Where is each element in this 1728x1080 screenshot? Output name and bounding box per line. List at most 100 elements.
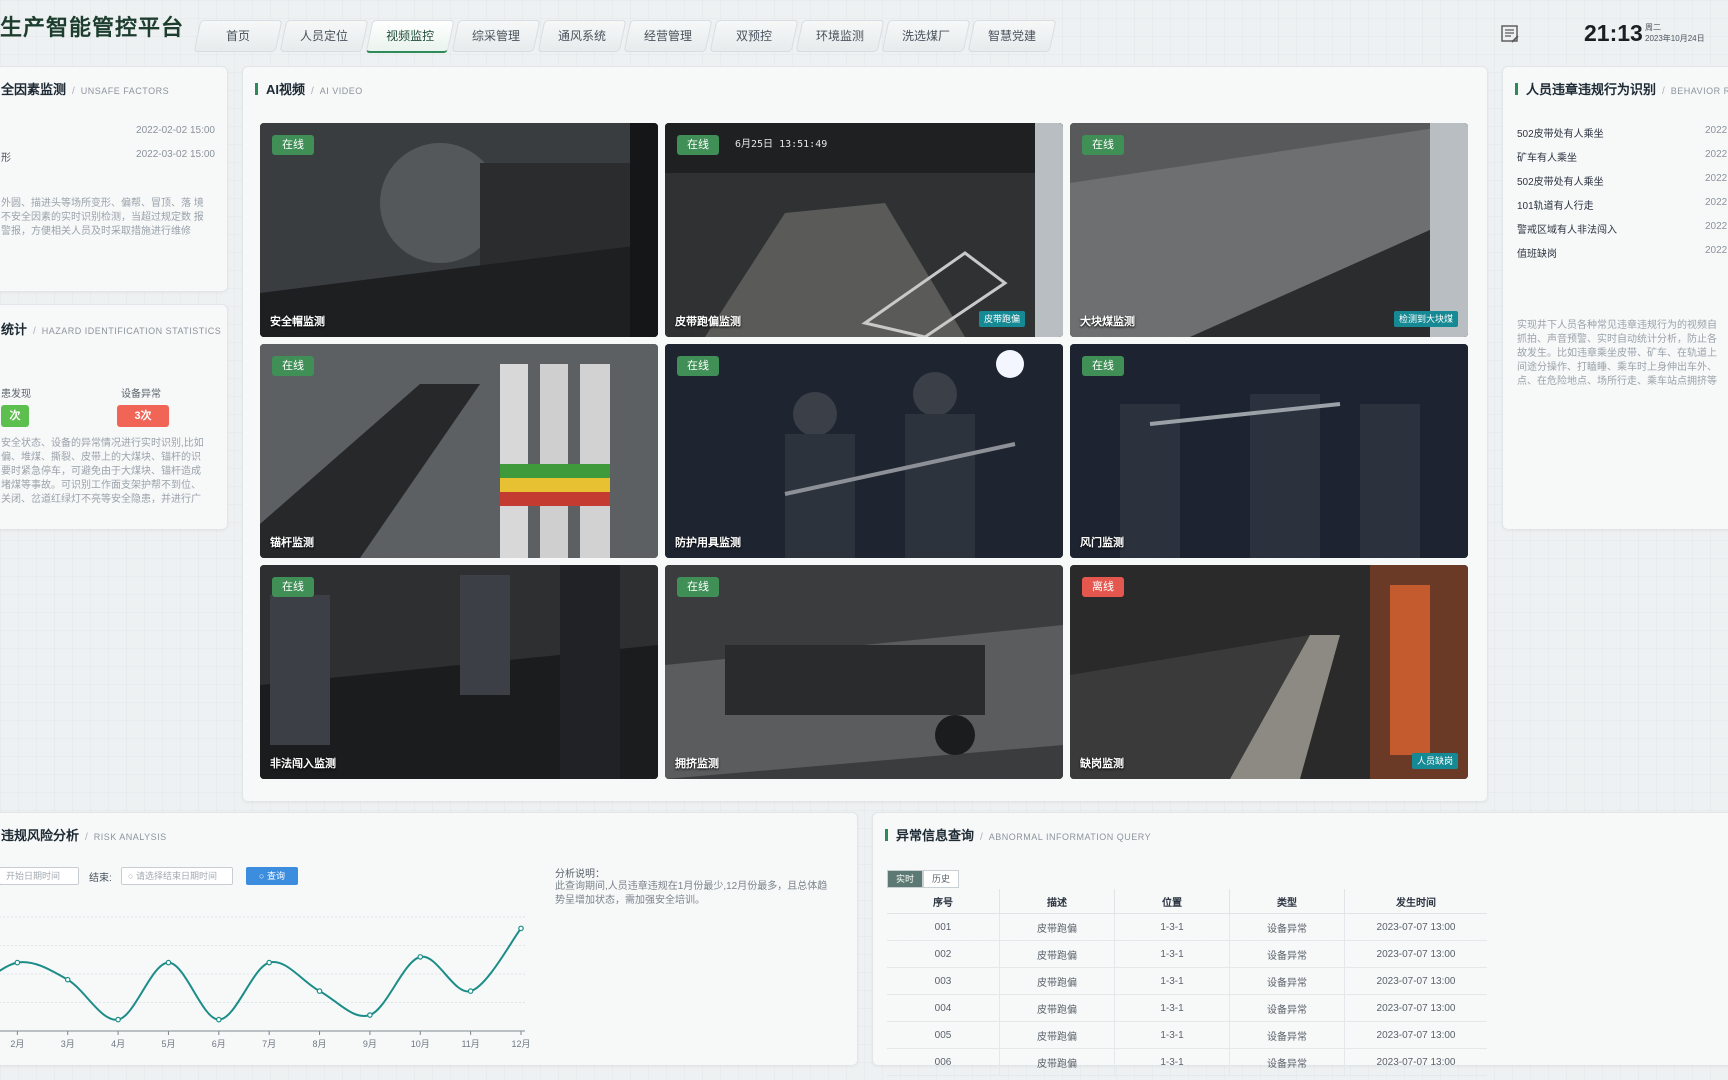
behavior-description: 实现井下人员各种常见违章违规行为的视频自 抓拍、声音预警、实时自动统计分析，防止… xyxy=(1517,320,1717,387)
video-caption: 皮带跑偏监测 xyxy=(675,316,741,328)
tab-history[interactable]: 历史 xyxy=(923,870,960,888)
status-badge: 在线 xyxy=(677,577,719,597)
start-date-input[interactable]: 开始日期时间 xyxy=(0,867,79,885)
end-label: 结束: xyxy=(89,873,112,884)
video-caption: 拥挤监测 xyxy=(675,758,719,770)
unsafe-description: 外圆、描进头等场所变形、偏帮、冒顶、落 境不安全因素的实时识别检测，当超过规定数… xyxy=(1,198,204,237)
clock-time: 21:13 xyxy=(1584,20,1643,46)
behavior-item[interactable]: 矿车有人乘坐 2022 xyxy=(1517,149,1727,167)
video-frame xyxy=(1070,344,1468,558)
risk-analysis-panel: 违规风险分析 / RISK ANALYSIS 开始日期时间 结束: ○ 请选择结束日… xyxy=(0,812,858,1066)
title-en: ABNORMAL INFORMATION QUERY xyxy=(988,832,1152,842)
tab-label: 视频监控 xyxy=(386,29,435,43)
tab-environment[interactable]: 环境监测 xyxy=(795,20,885,52)
table-row[interactable]: 002 皮带跑偏 1-3-1 设备异常 2023-07-07 13:00 xyxy=(887,940,1487,968)
hazard-stats-panel: 统计 / HAZARD IDENTIFICATION STATISTICS 患发现 … xyxy=(0,304,228,530)
x-tick-label: 2月 xyxy=(10,1039,24,1049)
video-tile-absence[interactable]: 离线 缺岗监测 人员缺岗 xyxy=(1070,565,1468,779)
data-point xyxy=(64,976,71,983)
data-point xyxy=(316,988,323,994)
tab-video-monitoring[interactable]: 视频监控 xyxy=(365,20,455,53)
date-box: 周二 2023年10月24日 xyxy=(1645,22,1705,44)
unsafe-row[interactable]: 2022-02-02 15:00 xyxy=(1,125,215,143)
status-badge: 在线 xyxy=(677,135,719,155)
x-tick-label: 6月 xyxy=(212,1039,226,1049)
table-row[interactable]: 004 皮带跑偏 1-3-1 设备异常 2023-07-07 13:00 xyxy=(887,994,1487,1022)
video-tile-anchor[interactable]: 在线 锚杆监测 xyxy=(260,344,658,558)
analysis-note-title: 分析说明： xyxy=(555,869,605,880)
top-header: 生产智能管控平台 首页 人员定位 视频监控 综采管理 通风系统 经营管理 双预控… xyxy=(0,0,1728,60)
tab-personnel-location[interactable]: 人员定位 xyxy=(279,20,369,52)
tab-dual-prevention[interactable]: 双预控 xyxy=(709,20,799,52)
video-tile-helmet[interactable]: 在线 安全帽监测 xyxy=(260,123,658,337)
table-row[interactable]: 006 皮带跑偏 1-3-1 设备异常 2023-07-07 13:00 xyxy=(887,1048,1487,1076)
behavior-item[interactable]: 502皮带处有人乘坐 2022 xyxy=(1517,125,1727,143)
video-caption: 缺岗监测 xyxy=(1080,758,1124,770)
data-point xyxy=(266,959,272,966)
tab-label: 双预控 xyxy=(735,29,772,43)
tab-operations[interactable]: 经营管理 xyxy=(623,20,713,52)
video-frame xyxy=(260,344,658,558)
status-badge: 在线 xyxy=(677,356,719,376)
document-icon[interactable] xyxy=(1500,24,1520,44)
tab-label: 环境监测 xyxy=(815,29,864,43)
tab-coal-washing[interactable]: 洗选煤厂 xyxy=(881,20,971,52)
table-row[interactable]: 003 皮带跑偏 1-3-1 设备异常 2023-07-07 13:00 xyxy=(887,967,1487,995)
title-text: 全因素监测 xyxy=(1,82,67,97)
title-en: UNSAFE FACTORS xyxy=(80,86,170,96)
video-frame xyxy=(665,123,1063,337)
x-tick-label: 12月 xyxy=(511,1039,530,1049)
video-tile-belt-deviation[interactable]: 在线 6月25日 13:51:49 皮带跑偏监测 皮带跑偏 xyxy=(665,123,1063,337)
title-en: RISK ANALYSIS xyxy=(93,832,167,842)
title-en: BEHAVIOR R xyxy=(1670,86,1728,96)
abnormal-table: 序号 描述 位置 类型 发生时间 001 皮带跑偏 1-3-1 设备异常 2023-07… xyxy=(887,889,1487,1076)
col-header: 位置 xyxy=(1114,889,1230,914)
status-badge: 在线 xyxy=(272,135,314,155)
behavior-item[interactable]: 值班缺岗 2022 xyxy=(1517,245,1727,263)
query-button[interactable]: ○ 查询 xyxy=(246,867,298,885)
video-tile-intrusion[interactable]: 在线 非法闯入监测 xyxy=(260,565,658,779)
video-caption: 锚杆监测 xyxy=(270,537,314,549)
video-tile-crowding[interactable]: 在线 拥挤监测 xyxy=(665,565,1063,779)
tab-mining-management[interactable]: 综采管理 xyxy=(451,20,541,52)
tab-home[interactable]: 首页 xyxy=(193,20,283,52)
data-point xyxy=(417,954,424,960)
col-header: 发生时间 xyxy=(1344,889,1487,914)
behavior-item[interactable]: 502皮带处有人乘坐 2022 xyxy=(1517,173,1727,191)
date: 2023年10月24日 xyxy=(1645,34,1705,43)
title-en: AI VIDEO xyxy=(319,86,363,96)
unsafe-row[interactable]: 形 2022-03-02 15:00 xyxy=(1,149,215,167)
behavior-item[interactable]: 101轨道有人行走 2022 xyxy=(1517,197,1727,215)
tab-label: 智慧党建 xyxy=(987,29,1036,43)
weekday: 周二 xyxy=(1645,23,1661,32)
abnormal-info-panel: 异常信息查询 / ABNORMAL INFORMATION QUERY 实时 历史 … xyxy=(872,812,1728,1076)
x-tick-label: 10月 xyxy=(411,1039,430,1049)
video-tile-protective-gear[interactable]: 在线 防护用具监测 xyxy=(665,344,1063,558)
panel-title: 统计 / HAZARD IDENTIFICATION STATISTICS xyxy=(1,322,222,337)
behavior-item[interactable]: 警戒区域有人非法闯入 2022 xyxy=(1517,221,1727,239)
data-point xyxy=(165,959,172,966)
table-row[interactable]: 005 皮带跑偏 1-3-1 设备异常 2023-07-07 13:00 xyxy=(887,1021,1487,1049)
x-tick-label: 7月 xyxy=(262,1039,276,1049)
tab-realtime[interactable]: 实时 xyxy=(887,870,924,888)
video-tile-large-coal[interactable]: 在线 大块煤监测 检测到大块煤 xyxy=(1070,123,1468,337)
video-tile-air-door[interactable]: 在线 风门监测 xyxy=(1070,344,1468,558)
x-tick-label: 11月 xyxy=(461,1039,479,1049)
device-abnormal-label: 设备异常 xyxy=(121,389,161,400)
tab-party-building[interactable]: 智慧党建 xyxy=(967,20,1057,52)
hazard-found-label: 患发现 xyxy=(1,389,31,400)
video-frame xyxy=(260,123,658,337)
title-text: 违规风险分析 xyxy=(1,828,80,843)
end-date-input[interactable]: ○ 请选择结束日期时间 xyxy=(121,867,233,885)
status-badge: 在线 xyxy=(1082,356,1124,376)
title-text: 人员违章违规行为识别 xyxy=(1526,82,1657,97)
title-text: 统计 xyxy=(1,322,28,337)
device-abnormal-badge: 3次 xyxy=(117,405,169,427)
risk-line-chart: 1月2月3月4月5月6月7月8月9月10月11月12月 xyxy=(0,916,531,1049)
data-point xyxy=(216,1016,222,1023)
tab-ventilation[interactable]: 通风系统 xyxy=(537,20,627,52)
x-tick-label: 9月 xyxy=(363,1039,377,1049)
table-row[interactable]: 001 皮带跑偏 1-3-1 设备异常 2023-07-07 13:00 xyxy=(887,913,1487,941)
video-frame xyxy=(665,344,1063,558)
col-header: 序号 xyxy=(887,889,1000,914)
